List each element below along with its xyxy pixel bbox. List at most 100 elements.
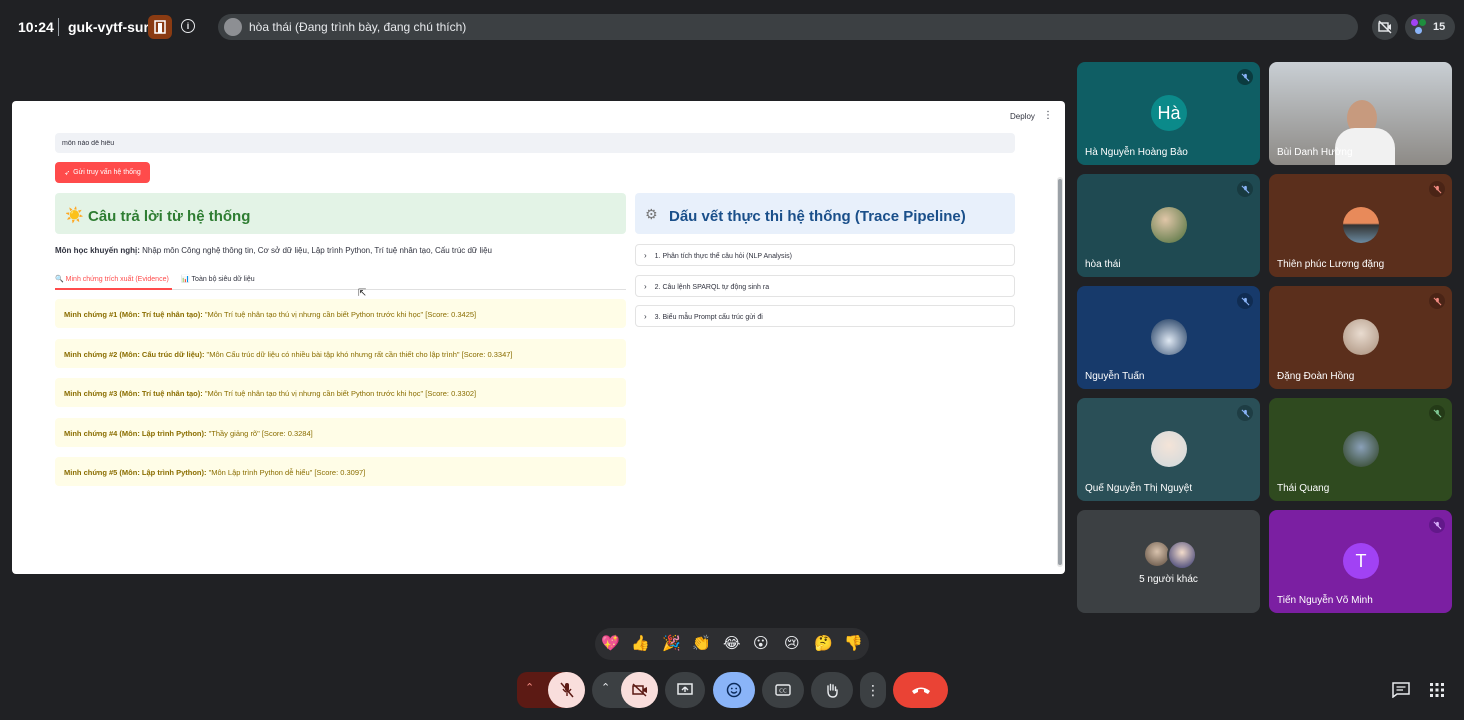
evidence-item: Minh chứng #5 (Môn: Lập trình Python): "… (55, 457, 626, 486)
avatar (1151, 207, 1187, 243)
chevron-right-icon: › (644, 282, 647, 291)
hand-icon (827, 683, 838, 698)
participant-tile[interactable]: hòa thái (1077, 174, 1260, 277)
evidence-label: Minh chứng #1 (Môn: Trí tuệ nhân tạo): (64, 310, 203, 319)
reaction-heart[interactable]: 💖 (601, 634, 620, 652)
mic-off-icon (1237, 293, 1253, 309)
presenting-text: hòa thái (Đang trình bày, đang chú thích… (249, 20, 467, 34)
mic-off-icon (1237, 405, 1253, 421)
reaction-thumbs-down[interactable]: 👎 (844, 634, 863, 652)
camera-options-chevron-icon[interactable]: ⌃ (601, 681, 610, 694)
more-vert-icon[interactable]: ⋮ (1043, 110, 1053, 121)
trace-expander[interactable]: › 1. Phân tích thực thể câu hỏi (NLP Anal… (635, 244, 1015, 266)
deploy-button[interactable]: Deploy (1010, 112, 1035, 121)
camera-toggle-button[interactable] (621, 672, 658, 708)
avatar (1343, 319, 1379, 355)
participant-name: hòa thái (1085, 259, 1121, 270)
reaction-sad[interactable]: 😢 (784, 634, 800, 652)
more-options-button[interactable]: ⋮ (860, 672, 886, 708)
chat-icon[interactable] (1392, 682, 1410, 699)
recommend-label: Môn học khuyến nghị: (55, 246, 140, 255)
avatar (1343, 207, 1379, 243)
evidence-label: Minh chứng #5 (Môn: Lập trình Python): (64, 468, 207, 477)
recommend-value: Nhập môn Công nghệ thông tin, Cơ sở dữ l… (139, 246, 492, 255)
sun-icon: ☀️ (65, 207, 84, 224)
avatar (1151, 431, 1187, 467)
participant-tile[interactable]: Đặng Đoàn Hồng (1269, 286, 1452, 389)
chart-icon: 📊 (181, 276, 190, 283)
meet-window: 10:24 guk-vytf-sur i hòa thái (Đang trìn… (0, 0, 1464, 720)
reaction-laugh[interactable]: 😂 (723, 634, 741, 652)
query-input[interactable] (55, 133, 1015, 153)
trace-header: ⚙ Dấu vết thực thi hệ thống (Trace Pipel… (635, 193, 1015, 234)
evidence-text: "Môn Trí tuệ nhân tạo thú vị nhưng cần b… (202, 310, 477, 319)
participant-tile[interactable]: Thiên phúc Lương đặng (1269, 174, 1452, 277)
people-button[interactable]: 15 (1405, 14, 1455, 40)
tab-metadata[interactable]: 📊 Toàn bộ siêu dữ liệu (181, 275, 255, 283)
top-bar: 10:24 guk-vytf-sur i hòa thái (Đang trìn… (0, 0, 1464, 54)
participant-tile[interactable]: Hà Hà Nguyễn Hoàng Bảo (1077, 62, 1260, 165)
evidence-text: "Môn Trí tuệ nhân tạo thú vị nhưng cần b… (202, 389, 477, 398)
mic-off-icon (559, 682, 574, 698)
reaction-party[interactable]: 🎉 (662, 634, 681, 652)
apps-grid-icon[interactable] (1429, 682, 1447, 698)
participant-tile[interactable]: Nguyễn Tuấn (1077, 286, 1260, 389)
chevron-right-icon: › (644, 251, 647, 260)
trace-expander[interactable]: › 3. Biểu mẫu Prompt cấu trúc gửi đi (635, 305, 1015, 327)
reaction-clap[interactable]: 👏 (692, 634, 711, 652)
raise-hand-button[interactable] (811, 672, 853, 708)
tab-evidence[interactable]: 🔍 Minh chứng trích xuất (Evidence) (55, 275, 169, 283)
trace-expander-label: 2. Câu lệnh SPARQL tự động sinh ra (654, 284, 770, 291)
answer-title: Câu trả lời từ hệ thống (88, 208, 251, 225)
presenting-banner[interactable]: hòa thái (Đang trình bày, đang chú thích… (218, 14, 1358, 40)
door-icon[interactable] (148, 15, 172, 39)
video-off-icon (631, 683, 647, 697)
mic-off-icon (1237, 181, 1253, 197)
video-off-icon[interactable] (1372, 14, 1398, 40)
participant-name: Thiên phúc Lương đặng (1277, 259, 1385, 270)
info-icon[interactable]: i (181, 19, 195, 33)
answer-header: ☀️ Câu trả lời từ hệ thống (55, 193, 626, 234)
reaction-surprised[interactable]: 😮 (753, 634, 769, 652)
trace-expander-label: 1. Phân tích thực thể câu hỏi (NLP Analy… (654, 253, 792, 260)
avatar (1343, 431, 1379, 467)
avatar (1151, 319, 1187, 355)
mic-off-icon (1237, 69, 1253, 85)
mic-toggle-button[interactable] (548, 672, 585, 708)
participant-name: Bùi Danh Hường (1277, 147, 1353, 158)
participant-tile-others[interactable]: 5 người khác (1077, 510, 1260, 613)
mic-options-chevron-icon[interactable]: ⌃ (525, 681, 534, 694)
participant-tile[interactable]: Thái Quang (1269, 398, 1452, 501)
clock: 10:24 (18, 19, 54, 35)
trace-expander-label: 3. Biểu mẫu Prompt cấu trúc gửi đi (654, 314, 763, 321)
send-query-label: Gửi truy vấn hệ thống (73, 169, 141, 176)
send-query-button[interactable]: ➶ Gửi truy vấn hệ thống (55, 162, 150, 183)
mic-off-icon (1429, 181, 1445, 197)
mic-control-group: ⌃ (517, 672, 585, 708)
participant-tile[interactable]: Quế Nguyễn Thị Nguyệt (1077, 398, 1260, 501)
divider (58, 18, 59, 36)
closed-captions-icon: CC (775, 684, 791, 696)
participant-tile[interactable]: T Tiến Nguyễn Võ Minh (1269, 510, 1452, 613)
participant-name: Tiến Nguyễn Võ Minh (1277, 595, 1373, 606)
reaction-thumbs-up[interactable]: 👍 (631, 634, 650, 652)
emoji-button[interactable] (713, 672, 755, 708)
scrollbar-thumb[interactable] (1058, 179, 1062, 565)
present-button[interactable] (665, 672, 705, 708)
presenter-avatar (224, 18, 242, 36)
participant-name: Hà Nguyễn Hoàng Bảo (1085, 147, 1188, 158)
meeting-code: guk-vytf-sur (68, 19, 149, 35)
participant-name: Thái Quang (1277, 483, 1330, 494)
evidence-text: "Thầy giảng rõ" [Score: 0.3284] (206, 429, 313, 438)
participant-name: Nguyễn Tuấn (1085, 371, 1145, 382)
svg-text:CC: CC (779, 689, 787, 695)
end-call-button[interactable] (893, 672, 948, 708)
hang-up-icon (911, 687, 930, 694)
trace-expander[interactable]: › 2. Câu lệnh SPARQL tự động sinh ra (635, 275, 1015, 297)
evidence-label: Minh chứng #3 (Môn: Trí tuệ nhân tạo): (64, 389, 203, 398)
captions-button[interactable]: CC (762, 672, 804, 708)
participant-tile[interactable]: Bùi Danh Hường (1269, 62, 1452, 165)
others-label: 5 người khác (1139, 574, 1198, 585)
rocket-icon: ➶ (64, 169, 71, 177)
reaction-thinking[interactable]: 🤔 (814, 634, 833, 652)
